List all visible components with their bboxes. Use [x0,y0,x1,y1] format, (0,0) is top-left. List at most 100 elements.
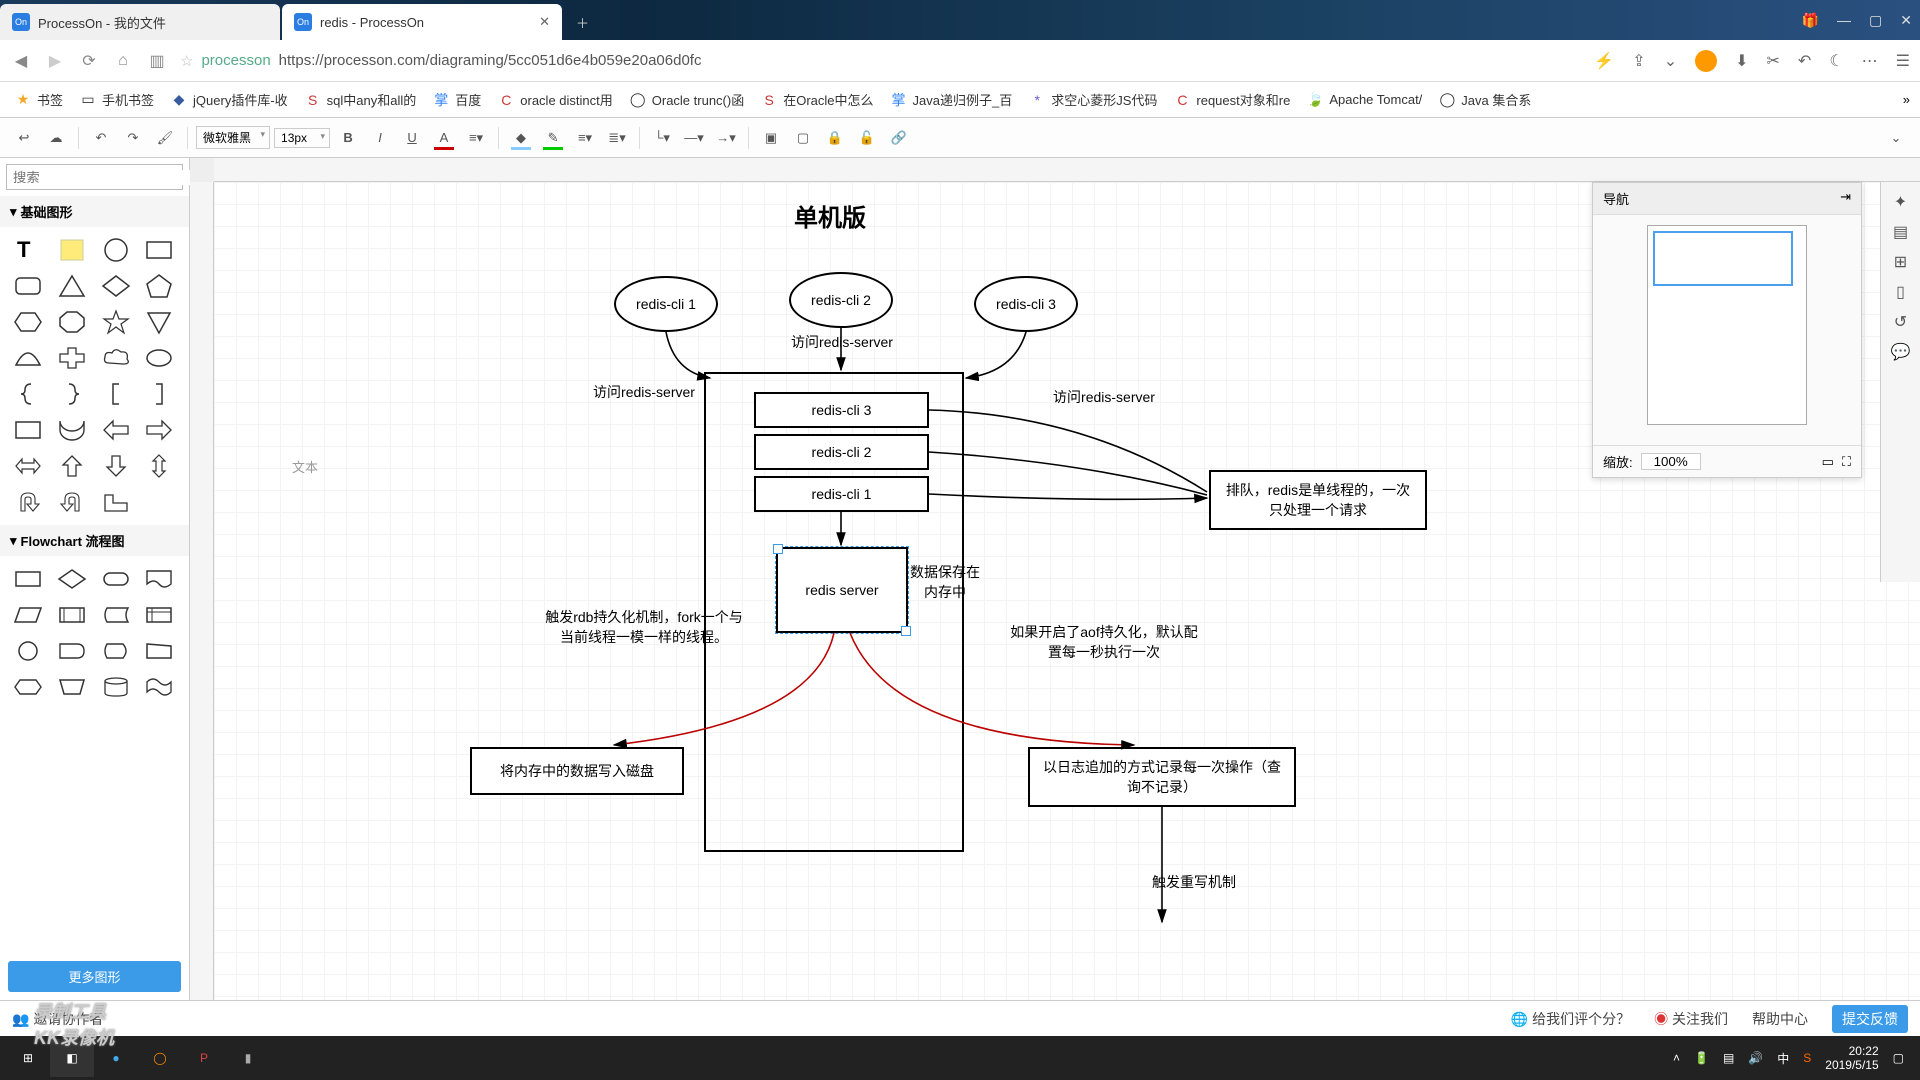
page-icon[interactable]: ▯ [1896,282,1905,302]
shape-shield[interactable] [141,307,177,337]
shape-triangle[interactable] [54,271,90,301]
font-color-button[interactable]: A [430,124,458,152]
bolt-icon[interactable]: ⚡ [1594,51,1614,71]
node-cli1[interactable]: redis-cli 1 [614,276,718,332]
shape-manual[interactable] [141,636,177,666]
fit-width-icon[interactable]: ▭ [1822,454,1834,470]
search-input[interactable] [13,170,190,185]
shape-uturn-l[interactable] [10,487,46,517]
shape-card[interactable] [10,415,46,445]
line-color-button[interactable]: ✎ [539,124,567,152]
arrow-start-button[interactable]: —▾ [680,124,708,152]
shape-drop[interactable] [54,415,90,445]
shape-ellipse[interactable] [141,343,177,373]
tray-chevron-icon[interactable]: ˄ [1673,1051,1680,1065]
node-disk[interactable]: 将内存中的数据写入磁盘 [470,747,684,795]
comment-icon[interactable]: 💬 [1891,342,1911,362]
shape-arrow-r[interactable] [141,415,177,445]
undo-icon[interactable]: ↶ [1798,51,1811,71]
shape-bracket-r[interactable] [141,379,177,409]
node-q-cli1[interactable]: redis-cli 1 [754,476,929,512]
gift-icon[interactable]: 🎁 [1802,12,1819,29]
bookmark-item[interactable]: Coracle distinct用 [493,88,616,111]
shape-circle[interactable] [98,235,134,265]
navigator-viewport[interactable] [1653,231,1793,286]
bookmark-overflow-icon[interactable]: » [1903,92,1910,107]
shape-loop[interactable] [54,672,90,702]
font-family-select[interactable]: 微软雅黑 [196,126,270,149]
navigator-preview[interactable] [1593,215,1861,445]
shape-bracket-l[interactable] [98,379,134,409]
node-cli3[interactable]: redis-cli 3 [974,276,1078,332]
italic-button[interactable]: I [366,124,394,152]
feedback-button[interactable]: 提交反馈 [1832,1005,1908,1033]
shape-brace-l[interactable] [10,379,46,409]
browser-tab[interactable]: On ProcessOn - 我的文件 [0,4,280,40]
shape-pentagon[interactable] [141,271,177,301]
help-link[interactable]: 帮助中心 [1752,1009,1808,1029]
fill-color-button[interactable]: ◆ [507,124,535,152]
shape-group-basic[interactable]: ▾ 基础图形 [0,196,189,227]
task-terminal[interactable]: ▮ [226,1039,270,1077]
shape-database[interactable] [98,672,134,702]
shape-hexagon[interactable] [10,307,46,337]
tray-app-icon[interactable]: S [1803,1051,1811,1065]
navigator-panel[interactable]: 导航 ⇥ 缩放: ▭ ⛶ [1592,182,1862,478]
bookmark-item[interactable]: 掌Java递归例子_百 [886,88,1017,111]
shape-diamond[interactable] [98,271,134,301]
node-q-cli2[interactable]: redis-cli 2 [754,434,929,470]
shape-delay[interactable] [54,636,90,666]
bookmark-item[interactable]: ◆jQuery插件库-收 [166,88,292,111]
shape-data[interactable] [10,600,46,630]
arrow-end-button[interactable]: →▾ [712,124,740,152]
bookmark-item[interactable]: ◯Java 集合系 [1434,88,1535,111]
shape-arrow-lr[interactable] [10,451,46,481]
shape-brace-r[interactable] [54,379,90,409]
history-icon[interactable]: ↺ [1894,312,1907,332]
shape-star[interactable] [98,307,134,337]
shape-cloud[interactable] [98,343,134,373]
shape-note[interactable] [54,235,90,265]
bookmark-item[interactable]: ◯Oracle trunc()函 [625,88,748,111]
home-button[interactable]: ⌂ [112,50,134,72]
tray-battery-icon[interactable]: 🔋 [1694,1051,1709,1065]
back-button[interactable]: ◀ [10,50,32,72]
shape-terminator[interactable] [98,564,134,594]
pin-icon[interactable]: ⇥ [1840,189,1851,208]
node-log[interactable]: 以日志追加的方式记录每一次操作（查询不记录） [1028,747,1296,807]
profile-icon[interactable] [1695,50,1717,72]
shape-tape[interactable] [141,672,177,702]
shape-arrow-l[interactable] [98,415,134,445]
shape-group-flowchart[interactable]: ▾ Flowchart 流程图 [0,525,189,556]
bookmark-item[interactable]: S在Oracle中怎么 [756,88,877,111]
tray-volume-icon[interactable]: 🔊 [1748,1051,1763,1065]
bold-button[interactable]: B [334,124,362,152]
navigator-minimap[interactable] [1647,225,1807,425]
connector-style-button[interactable]: └▾ [648,124,676,152]
shape-rounded[interactable] [10,271,46,301]
lock-icon[interactable]: 🔒 [821,124,849,152]
link-icon[interactable]: 🔗 [885,124,913,152]
more-shapes-button[interactable]: 更多图形 [8,961,181,992]
moon-icon[interactable]: ☾ [1829,51,1843,71]
bookmark-item[interactable]: 掌百度 [428,88,485,111]
shape-display[interactable] [98,636,134,666]
bookmark-item[interactable]: 🍃Apache Tomcat/ [1302,89,1426,111]
url-field[interactable]: ☆ processon https://processon.com/diagra… [180,52,1582,70]
cloud-icon[interactable]: ☁ [42,124,70,152]
menu-icon[interactable]: ☰ [1896,51,1910,71]
reading-icon[interactable]: ▥ [146,50,168,72]
forward-button[interactable]: ▶ [44,50,66,72]
taskbar-clock[interactable]: 20:22 2019/5/15 [1825,1044,1878,1073]
shape-rect[interactable] [141,235,177,265]
font-size-select[interactable]: 13px [274,128,330,148]
fit-page-icon[interactable]: ⛶ [1842,454,1851,470]
new-tab-button[interactable]: ＋ [564,4,601,40]
shape-process[interactable] [10,564,46,594]
shape-prepare[interactable] [10,672,46,702]
node-q-cli3[interactable]: redis-cli 3 [754,392,929,428]
shape-predefined[interactable] [54,600,90,630]
align-button[interactable]: ≡▾ [462,124,490,152]
bring-front-icon[interactable]: ▣ [757,124,785,152]
line-style-button[interactable]: ≣▾ [603,124,631,152]
